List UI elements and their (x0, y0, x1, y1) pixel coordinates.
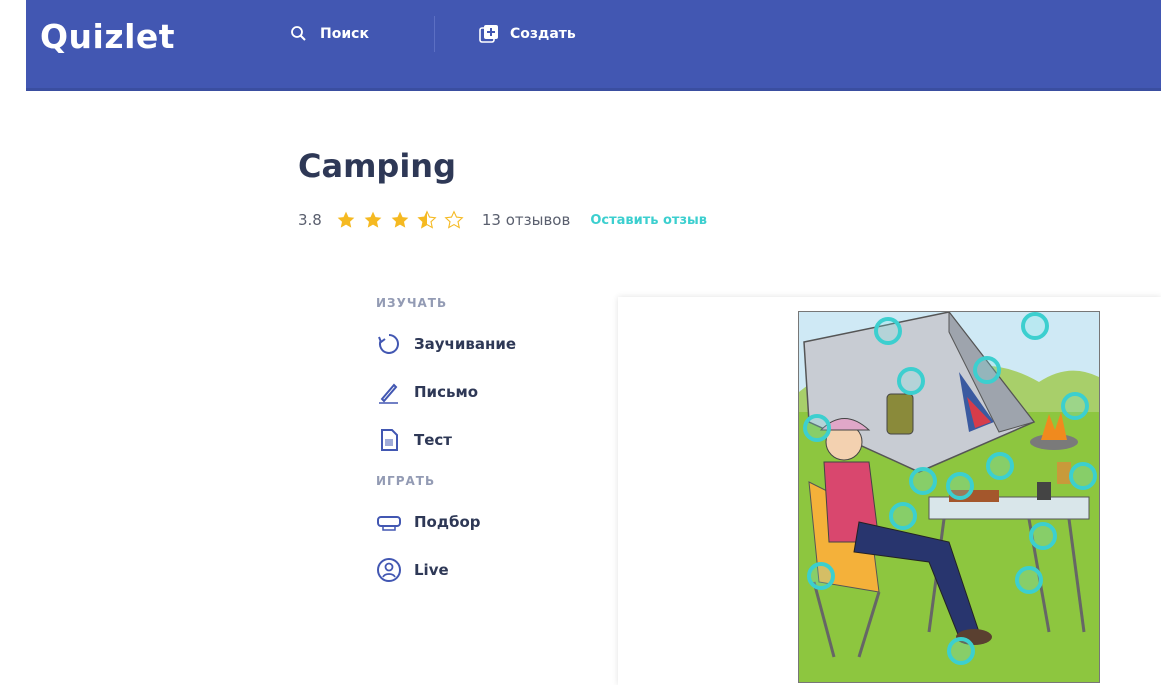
diagram-marker[interactable] (1061, 392, 1089, 420)
reviews-count: 13 отзывов (481, 211, 571, 229)
study-menu: ИЗУЧАТЬ Заучивание Письмо Тест ИГРАТЬ По… (376, 296, 516, 594)
play-section-label: ИГРАТЬ (376, 474, 436, 488)
diagram-marker[interactable] (986, 452, 1014, 480)
diagram-marker[interactable] (946, 472, 974, 500)
diagram-marker[interactable] (803, 414, 831, 442)
camping-scene-illustration[interactable] (798, 311, 1100, 683)
diagram-marker[interactable] (897, 367, 925, 395)
create-label: Создать (510, 26, 576, 42)
menu-item-test[interactable]: Тест (376, 416, 516, 464)
menu-item-label: Письмо (414, 383, 479, 401)
star-full-icon (364, 211, 382, 228)
star-full-icon (391, 211, 409, 228)
page-title: Camping (298, 147, 456, 185)
menu-item-label: Заучивание (414, 335, 517, 353)
diagram-marker[interactable] (807, 562, 835, 590)
create-set-icon (479, 25, 498, 43)
star-empty-icon (444, 210, 464, 229)
diagram-marker[interactable] (909, 467, 937, 495)
diagram-marker[interactable] (973, 356, 1001, 384)
search-icon (291, 26, 306, 41)
menu-item-live[interactable]: Live (376, 546, 516, 594)
star-rating (336, 210, 464, 230)
diagram-marker[interactable] (1015, 566, 1043, 594)
leave-review-link[interactable]: Оставить отзыв (590, 213, 707, 228)
search-label: Поиск (320, 26, 369, 42)
diagram-marker[interactable] (1021, 312, 1049, 340)
menu-item-match[interactable]: Подбор (376, 498, 516, 546)
match-icon (377, 516, 401, 531)
diagram-marker[interactable] (1029, 522, 1057, 550)
search-button[interactable]: Поиск (288, 23, 369, 45)
rating-row: 3.8 13 отзывов Оставить отзыв (298, 210, 707, 230)
diagram-card (618, 297, 1161, 685)
menu-item-label: Тест (414, 431, 452, 449)
learn-cycle-icon (378, 334, 399, 354)
star-full-icon (337, 211, 355, 228)
create-button[interactable]: Создать (478, 23, 576, 45)
diagram-marker[interactable] (889, 502, 917, 530)
study-section-label: ИЗУЧАТЬ (376, 296, 448, 310)
menu-item-label: Подбор (414, 513, 481, 531)
star-half-icon (417, 210, 437, 229)
scene-art (799, 312, 1099, 682)
diagram-marker[interactable] (947, 637, 975, 665)
menu-item-learn[interactable]: Заучивание (376, 320, 516, 368)
test-document-icon (381, 429, 398, 451)
top-navigation-bar: Quizlet Поиск Создать (26, 0, 1161, 91)
diagram-marker[interactable] (874, 317, 902, 345)
nav-divider (434, 16, 435, 52)
quizlet-logo[interactable]: Quizlet (40, 17, 175, 56)
live-person-icon (377, 558, 401, 582)
menu-item-write[interactable]: Письмо (376, 368, 516, 416)
menu-item-label: Live (414, 561, 449, 579)
rating-value: 3.8 (298, 211, 322, 229)
write-pen-icon (379, 383, 398, 404)
diagram-marker[interactable] (1069, 462, 1097, 490)
